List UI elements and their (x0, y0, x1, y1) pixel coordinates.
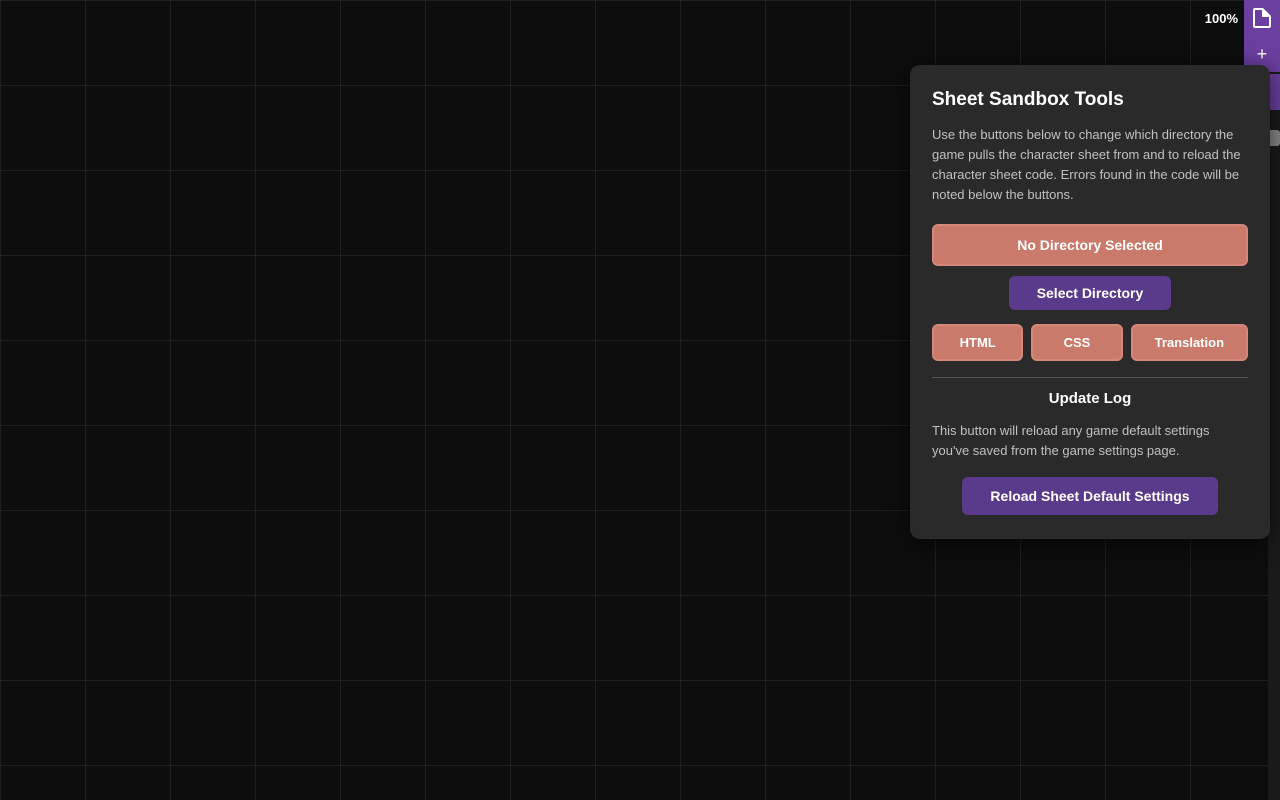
panel-title: Sheet Sandbox Tools (932, 89, 1248, 111)
file-type-buttons-group: HTML CSS Translation (932, 324, 1248, 361)
sheet-sandbox-panel: Sheet Sandbox Tools Use the buttons belo… (910, 65, 1270, 539)
css-button[interactable]: CSS (1031, 324, 1122, 361)
update-log-title: Update Log (932, 390, 1248, 407)
plus-icon: + (1257, 44, 1268, 65)
toolbar-top: 100% (1199, 0, 1280, 36)
html-button[interactable]: HTML (932, 324, 1023, 361)
panel-description: Use the buttons below to change which di… (932, 125, 1248, 206)
no-directory-button[interactable]: No Directory Selected (932, 224, 1248, 266)
zoom-label: 100% (1199, 7, 1244, 30)
reload-sheet-default-settings-button[interactable]: Reload Sheet Default Settings (962, 477, 1217, 515)
select-directory-button[interactable]: Select Directory (1009, 276, 1172, 310)
divider (932, 377, 1248, 378)
reload-description: This button will reload any game default… (932, 421, 1248, 461)
file-button[interactable] (1244, 0, 1280, 36)
file-icon (1253, 8, 1271, 28)
translation-button[interactable]: Translation (1131, 324, 1248, 361)
